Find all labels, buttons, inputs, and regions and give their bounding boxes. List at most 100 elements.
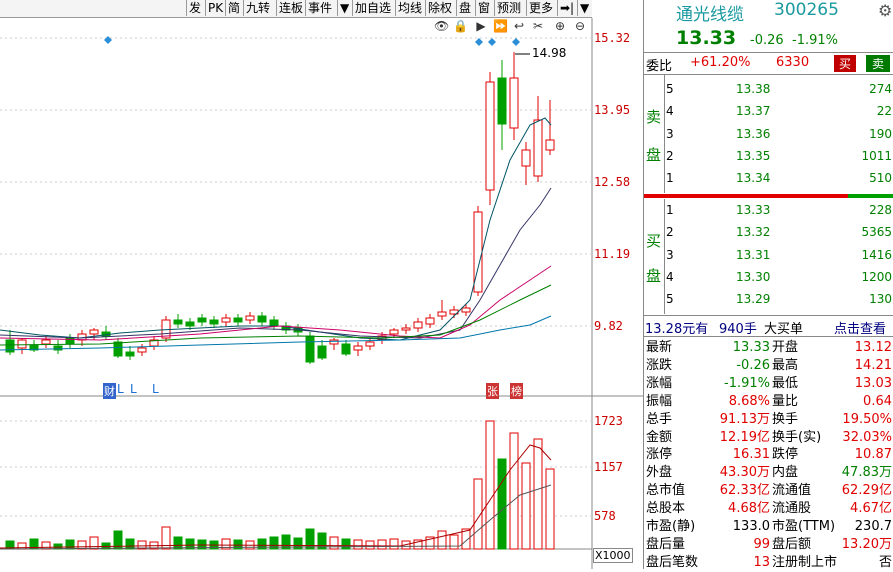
view-big-order-link[interactable]: 点击查看 (834, 318, 886, 337)
stat-value: 13.12 (854, 340, 892, 355)
order-book-row[interactable]: 4 13.30 1200 (644, 268, 893, 286)
volume-bar (77, 540, 87, 550)
volume-bar (353, 539, 363, 550)
l-marker[interactable]: L (130, 382, 137, 396)
stat-row: 市盈(静) 133.0 市盈(TTM) 230.7 (644, 518, 893, 536)
stat-label: 最高 (772, 357, 799, 373)
order-price: 13.36 (736, 126, 771, 141)
stat-label: 盘后量 (646, 536, 686, 552)
stat-row: 盘后量 99 盘后额 13.20万 (644, 536, 893, 554)
stat-value: 13 (753, 554, 770, 570)
stat-value: 13.03 (854, 375, 892, 391)
stat-row: 涨跌 -0.26 最高 14.21 (644, 357, 893, 375)
stat-label: 最低 (772, 375, 799, 391)
order-book-row[interactable]: 5 13.38 274 (644, 80, 893, 98)
event-marker (475, 38, 483, 46)
candle-body (401, 327, 411, 331)
order-level: 3 (666, 247, 674, 262)
stat-row: 外盘 43.30万 内盘 47.83万 (644, 464, 893, 482)
candle-body (533, 119, 543, 177)
order-level: 4 (666, 104, 674, 119)
buy-button[interactable]: 买 (834, 55, 857, 72)
stat-value: -1.91% (724, 375, 770, 391)
stat-row: 总股本 4.68亿 流通股 4.67亿 (644, 500, 893, 518)
order-volume: 228 (869, 203, 892, 217)
order-book-row[interactable]: 2 13.32 5365 (644, 223, 893, 241)
order-book-row[interactable]: 3 13.31 1416 (644, 246, 893, 264)
price-tick: 13.95 (594, 103, 631, 117)
stat-label: 盘后额 (772, 536, 812, 552)
limit-up-marker[interactable]: 张 (486, 383, 499, 399)
volume-bar (485, 420, 495, 550)
vol-tick: 578 (594, 509, 616, 523)
volume-bar (65, 539, 75, 550)
l-marker[interactable]: L (152, 382, 159, 396)
candle-body (53, 345, 63, 351)
candle-body (197, 317, 207, 323)
order-level: 1 (666, 171, 674, 186)
order-price: 13.33 (736, 203, 771, 217)
candle-body (209, 319, 219, 325)
candle-body (269, 319, 279, 327)
order-book-row[interactable]: 2 13.35 1011 (644, 147, 893, 165)
stock-name: 通光线缆 (676, 5, 744, 25)
order-book-row[interactable]: 5 13.29 130 (644, 290, 893, 308)
candle-body (425, 317, 435, 325)
stat-row: 总手 91.13万 换手 19.50% (644, 411, 893, 429)
order-price: 13.38 (736, 82, 771, 96)
sell-button[interactable]: 卖 (866, 55, 891, 72)
vol-tick: 1157 (594, 460, 623, 474)
price-change: -0.26 (750, 33, 784, 48)
candle-body (41, 339, 51, 345)
volume-bar (389, 538, 399, 550)
event-marker (104, 36, 112, 44)
stat-row: 涨幅 -1.91% 最低 13.03 (644, 375, 893, 393)
candle-body (221, 317, 231, 323)
stat-value: 32.03% (842, 429, 892, 445)
candle-body (245, 315, 255, 321)
order-book-row[interactable]: 4 13.37 22 (644, 102, 893, 120)
order-book-row[interactable]: 1 13.33 228 (644, 201, 893, 219)
order-price: 13.35 (736, 148, 771, 163)
order-level: 3 (666, 126, 674, 141)
order-volume: 130 (869, 292, 892, 307)
weibi-label: 委比 (646, 59, 673, 74)
dragon-tiger-marker[interactable]: 榜 (510, 383, 523, 399)
order-price: 13.30 (736, 269, 771, 284)
big-order-label: 大买单 (764, 322, 804, 337)
order-book-row[interactable]: 1 13.34 510 (644, 169, 893, 187)
gear-icon[interactable]: ⚙ (878, 1, 892, 20)
stat-value: 14.21 (854, 357, 892, 373)
order-level: 5 (666, 292, 674, 307)
stat-value: 43.30万 (719, 465, 770, 481)
candle-body (329, 339, 339, 345)
stat-value: 62.33亿 (719, 483, 770, 499)
bid-ask-ratio-bar (644, 194, 848, 198)
volume-bar (545, 468, 555, 550)
volume-bar (365, 540, 375, 550)
order-volume: 22 (876, 104, 892, 119)
stat-label: 最新 (646, 340, 673, 355)
price-tick: 15.32 (594, 31, 631, 45)
finance-marker[interactable]: 财 (103, 383, 116, 399)
weibi-diff: 6330 (776, 55, 810, 70)
kline-chart[interactable] (0, 0, 643, 569)
order-book-row[interactable]: 3 13.36 190 (644, 125, 893, 143)
stat-label: 涨幅 (646, 375, 673, 391)
candle-body (389, 329, 399, 335)
volume-bar (521, 462, 531, 550)
candlesticks (5, 52, 555, 364)
stat-label: 量比 (772, 393, 799, 409)
candle-body (497, 77, 507, 125)
candle-body (317, 345, 327, 359)
stat-label: 注册制上市 (772, 554, 838, 570)
stat-label: 跌停 (772, 447, 799, 463)
ma10-line (0, 187, 552, 339)
event-marker (512, 38, 520, 46)
order-volume: 1200 (861, 269, 892, 284)
l-marker[interactable]: L (117, 382, 124, 396)
stat-value: 133.0 (732, 519, 770, 534)
candle-body (173, 319, 183, 325)
big-order-amount: 13.28元有 (645, 322, 709, 337)
volume-bar (533, 438, 543, 550)
